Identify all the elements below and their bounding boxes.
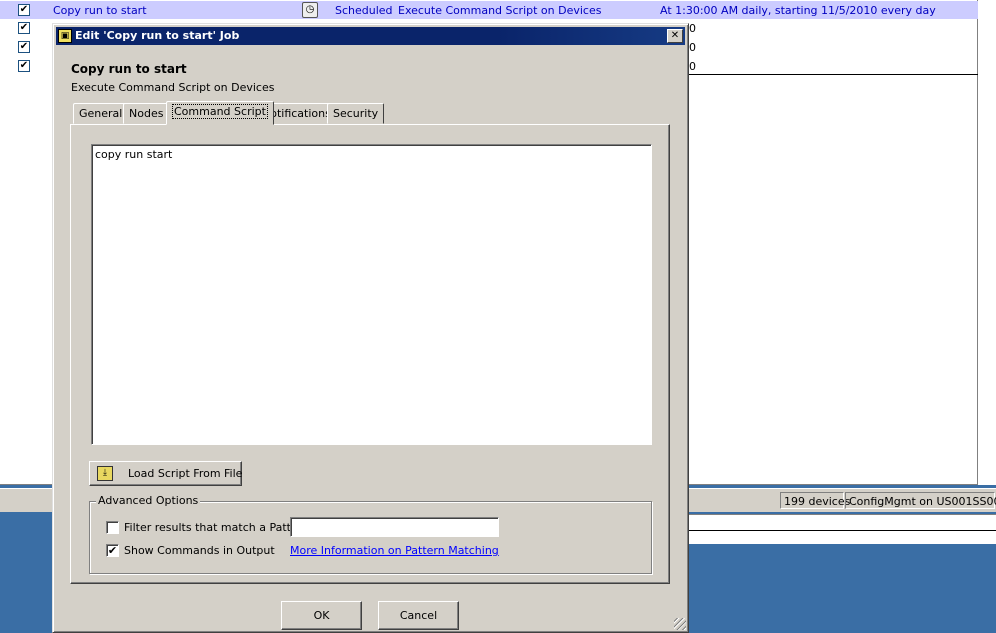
job-type-cell: Execute Command Script on Devices [398, 4, 602, 17]
filter-pattern-label[interactable]: Filter results that match a Pattern [124, 521, 309, 534]
job-name-heading: Copy run to start [71, 62, 187, 76]
tab-label: Command Script [172, 104, 268, 119]
show-commands-label[interactable]: Show Commands in Output [124, 544, 275, 557]
right-panel [978, 0, 996, 485]
tab-label: Nodes [129, 107, 164, 120]
job-enabled-checkbox[interactable]: ✔ [18, 60, 30, 72]
dialog-title: Edit 'Copy run to start' Job [75, 29, 240, 42]
job-status-cell: Scheduled [335, 4, 393, 17]
row-separator [689, 74, 978, 75]
advanced-options-group: Advanced Options Filter results that mat… [89, 494, 652, 574]
row-fragment-text: 0 [689, 22, 696, 35]
tab-label: Security [333, 107, 379, 120]
ok-button[interactable]: OK [281, 601, 362, 630]
load-file-icon: ⤓ [97, 466, 113, 481]
resize-grip[interactable] [674, 618, 686, 630]
edit-job-dialog: ▣ Edit 'Copy run to start' Job ✕ Copy ru… [52, 23, 689, 633]
row-fragment-text: 0 [689, 41, 696, 54]
strip-divider [688, 530, 996, 531]
job-enabled-checkbox[interactable]: ✔ [18, 41, 30, 53]
pattern-input[interactable] [290, 517, 499, 537]
job-row-copy-run-to-start[interactable]: ✔ Copy run to start ◷ Scheduled Execute … [0, 1, 978, 19]
job-enabled-checkbox[interactable]: ✔ [18, 22, 30, 34]
tab-security[interactable]: Security [327, 103, 385, 124]
pattern-matching-info-link[interactable]: More Information on Pattern Matching [290, 544, 499, 557]
tab-label: General [79, 107, 123, 120]
job-type-subtitle: Execute Command Script on Devices [71, 81, 275, 94]
close-button[interactable]: ✕ [667, 29, 683, 43]
filter-pattern-checkbox[interactable] [106, 521, 119, 534]
job-app-icon: ▣ [58, 29, 72, 43]
command-script-panel: copy run start ⤓ Load Script From File A… [70, 124, 670, 584]
row-fragment-text: 0 [689, 60, 696, 73]
load-script-from-file-button[interactable]: ⤓ Load Script From File [89, 461, 242, 486]
command-script-editor[interactable]: copy run start [91, 144, 652, 445]
tab-general[interactable]: General [73, 103, 129, 124]
dialog-titlebar[interactable]: ▣ Edit 'Copy run to start' Job ✕ [56, 27, 685, 45]
load-script-label: Load Script From File [128, 467, 243, 480]
job-name-cell: Copy run to start [53, 4, 147, 17]
advanced-options-legend: Advanced Options [96, 494, 201, 507]
show-commands-checkbox[interactable]: ✔ [106, 544, 119, 557]
tab-command-script[interactable]: Command Script [166, 101, 274, 125]
job-schedule-cell: At 1:30:00 AM daily, starting 11/5/2010 … [660, 4, 936, 17]
scheduled-clock-icon: ◷ [302, 2, 318, 18]
connection-status: ConfigMgmt on US001SS0080 [845, 492, 996, 509]
desktop-area [688, 544, 996, 633]
tab-nodes[interactable]: Nodes [123, 103, 170, 124]
job-enabled-checkbox[interactable]: ✔ [18, 4, 30, 16]
cancel-button[interactable]: Cancel [378, 601, 459, 630]
background-strip [688, 514, 996, 544]
device-count-status: 199 devices [780, 492, 850, 509]
